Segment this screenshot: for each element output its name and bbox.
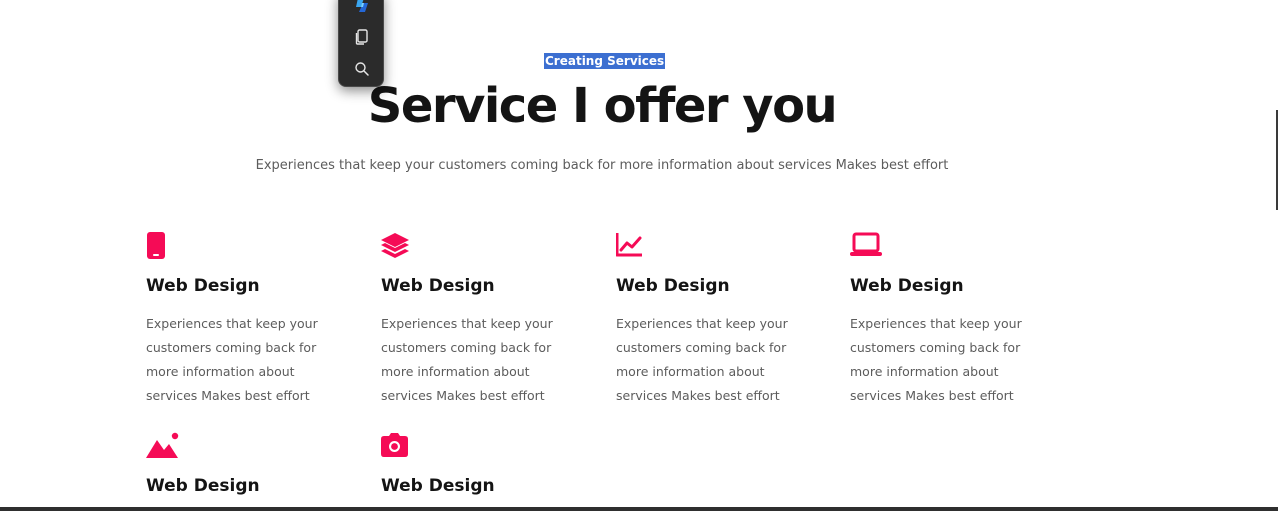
service-title: Web Design [146,476,260,496]
service-text: Experiences that keep your customers com… [381,316,553,403]
window-bottom-edge [0,507,1278,511]
copy-icon [355,29,368,45]
service-title: Web Design [146,276,260,296]
copilot-icon [356,0,368,12]
section-subtitle: Experiences that keep your customers com… [255,158,949,173]
service-text: Experiences that keep your customers com… [146,316,318,403]
laptop-icon [850,232,882,256]
search-button[interactable] [351,58,373,80]
service-text: Experiences that keep your customers com… [850,316,1022,403]
page: Creating Services Service I offer you Ex… [0,0,1278,511]
image-icon [146,432,179,458]
copilot-button[interactable] [351,0,373,16]
camera-icon [381,433,408,457]
service-text: Experiences that keep your customers com… [616,316,788,403]
selection-toolbar [338,0,384,87]
search-icon [355,62,369,76]
section-title: Service I offer you [367,78,838,134]
service-title: Web Design [616,276,730,296]
layers-icon [381,233,409,258]
mobile-icon [147,232,165,259]
copy-button[interactable] [351,26,373,48]
service-title: Web Design [381,476,495,496]
service-title: Web Design [850,276,964,296]
chart-line-icon [616,233,642,257]
service-title: Web Design [381,276,495,296]
section-eyebrow: Creating Services [544,53,666,69]
